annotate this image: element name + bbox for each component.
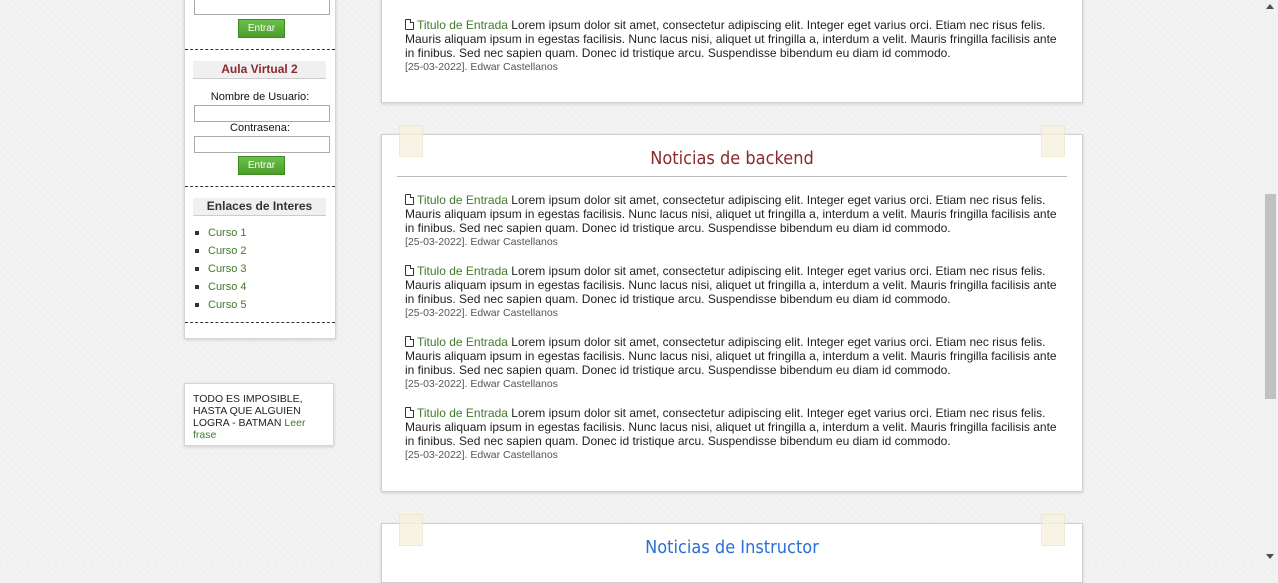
link-curso-2[interactable]: Curso 2 bbox=[208, 245, 247, 257]
password-input[interactable] bbox=[194, 136, 330, 153]
aula1-password-input[interactable] bbox=[194, 0, 330, 15]
entry-title-link[interactable]: Titulo de Entrada bbox=[417, 406, 508, 420]
entry-meta: [25-03-2022]. Edwar Castellanos bbox=[405, 378, 558, 390]
sidebar-divider bbox=[185, 186, 335, 187]
username-input[interactable] bbox=[194, 105, 330, 122]
list-item: Curso 4 bbox=[195, 278, 335, 296]
list-item: Curso 2 bbox=[195, 242, 335, 260]
panel-title-rule bbox=[397, 176, 1067, 177]
entry-meta: [25-03-2022]. Edwar Castellanos bbox=[405, 61, 558, 73]
link-curso-5[interactable]: Curso 5 bbox=[208, 299, 247, 311]
news-entry: Titulo de Entrada Lorem ipsum dolor sit … bbox=[405, 335, 1060, 390]
scroll-down-icon[interactable] bbox=[1266, 554, 1274, 559]
link-curso-3[interactable]: Curso 3 bbox=[208, 263, 247, 275]
entry-text: Titulo de Entrada Lorem ipsum dolor sit … bbox=[405, 264, 1060, 306]
news-entry: Titulo de Entrada Lorem ipsum dolor sit … bbox=[405, 264, 1060, 319]
bullet-icon bbox=[195, 267, 199, 272]
document-icon bbox=[405, 336, 414, 347]
bullet-icon bbox=[195, 249, 199, 254]
sidebar-divider bbox=[185, 49, 335, 50]
entry-meta: [25-03-2022]. Edwar Castellanos bbox=[405, 236, 558, 248]
username-label: Nombre de Usuario: bbox=[210, 91, 310, 103]
bullet-icon bbox=[195, 303, 199, 308]
entry-text: Titulo de Entrada Lorem ipsum dolor sit … bbox=[405, 18, 1060, 60]
news-entry: Titulo de Entrada Lorem ipsum dolor sit … bbox=[405, 18, 1060, 73]
sidebar: Entrar Aula Virtual 2 Nombre de Usuario:… bbox=[184, 0, 336, 339]
sidebar-divider bbox=[185, 322, 335, 323]
panel-title: Noticias de Instructor bbox=[645, 537, 819, 558]
link-curso-1[interactable]: Curso 1 bbox=[208, 227, 247, 239]
list-item: Curso 3 bbox=[195, 260, 335, 278]
bullet-icon bbox=[195, 231, 199, 236]
entry-text: Titulo de Entrada Lorem ipsum dolor sit … bbox=[405, 335, 1060, 377]
news-panel-top: Titulo de Entrada Lorem ipsum dolor sit … bbox=[381, 0, 1083, 103]
entry-text: Titulo de Entrada Lorem ipsum dolor sit … bbox=[405, 193, 1060, 235]
document-icon bbox=[405, 265, 414, 276]
entry-title-link[interactable]: Titulo de Entrada bbox=[417, 18, 508, 32]
page-scrollbar[interactable] bbox=[1263, 0, 1278, 563]
bullet-icon bbox=[195, 285, 199, 290]
quote-box: TODO ES IMPOSIBLE, HASTA QUE ALGUIEN LOG… bbox=[184, 383, 334, 446]
link-curso-4[interactable]: Curso 4 bbox=[208, 281, 247, 293]
list-item: Curso 1 bbox=[195, 224, 335, 242]
document-icon bbox=[405, 194, 414, 205]
entry-meta: [25-03-2022]. Edwar Castellanos bbox=[405, 307, 558, 319]
news-panel-backend: Noticias de backend Titulo de Entrada Lo… bbox=[381, 125, 1083, 492]
news-entry: Titulo de Entrada Lorem ipsum dolor sit … bbox=[405, 406, 1060, 461]
document-icon bbox=[405, 19, 414, 30]
entry-text: Titulo de Entrada Lorem ipsum dolor sit … bbox=[405, 406, 1060, 448]
entry-title-link[interactable]: Titulo de Entrada bbox=[417, 264, 508, 278]
aula-virtual-2-title: Aula Virtual 2 bbox=[193, 61, 326, 79]
panel-title: Noticias de backend bbox=[650, 148, 814, 169]
aula2-enter-button[interactable]: Entrar bbox=[238, 156, 285, 175]
news-entry: Titulo de Entrada Lorem ipsum dolor sit … bbox=[405, 193, 1060, 248]
entry-meta: [25-03-2022]. Edwar Castellanos bbox=[405, 449, 558, 461]
scrollbar-thumb[interactable] bbox=[1265, 194, 1276, 399]
password-label: Contrasena: bbox=[230, 122, 290, 134]
aula1-enter-button[interactable]: Entrar bbox=[238, 19, 285, 38]
entry-title-link[interactable]: Titulo de Entrada bbox=[417, 335, 508, 349]
links-title: Enlaces de Interes bbox=[193, 198, 326, 216]
news-panel-instructor: Noticias de Instructor bbox=[381, 514, 1083, 583]
list-item: Curso 5 bbox=[195, 296, 335, 314]
entry-title-link[interactable]: Titulo de Entrada bbox=[417, 193, 508, 207]
links-list: Curso 1 Curso 2 Curso 3 Curso 4 Curso 5 bbox=[185, 224, 335, 314]
document-icon bbox=[405, 407, 414, 418]
scroll-up-icon[interactable] bbox=[1266, 4, 1274, 9]
